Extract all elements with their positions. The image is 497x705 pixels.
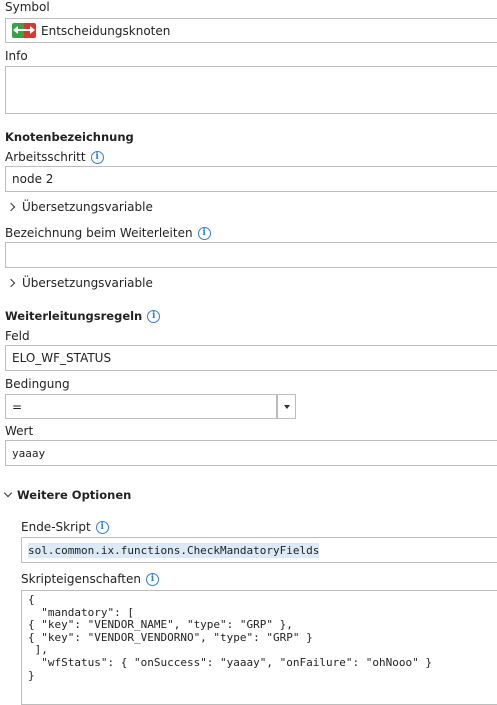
chevron-right-icon: [6, 202, 16, 212]
info-label: Info: [5, 49, 28, 63]
condition-select[interactable]: =: [5, 394, 277, 419]
end-script-input[interactable]: sol.common.ix.functions.CheckMandatoryFi…: [21, 537, 497, 563]
translation-toggle[interactable]: Übersetzungsvariable: [6, 200, 153, 214]
symbol-value: Entscheidungsknoten: [41, 23, 171, 38]
more-options-toggle[interactable]: Weitere Optionen: [3, 488, 132, 502]
step-label: Arbeitsschritt: [5, 150, 86, 164]
forward-rules-title-row: Weiterleitungsregeln i: [5, 309, 161, 323]
forward-input[interactable]: [5, 242, 497, 268]
info-icon[interactable]: i: [146, 573, 159, 586]
condition-dropdown-button[interactable]: [277, 394, 296, 419]
symbol-label: Symbol: [5, 0, 50, 14]
script-props-label-row: Skripteigenschaften i: [21, 572, 159, 586]
script-props-label: Skripteigenschaften: [21, 572, 141, 586]
end-script-label-row: Ende-Skript i: [21, 520, 109, 534]
decision-node-icon: [12, 23, 36, 38]
forward-rules-title: Weiterleitungsregeln: [5, 309, 143, 323]
forward-translation-toggle-label: Übersetzungsvariable: [22, 276, 153, 290]
field-label: Feld: [5, 329, 30, 343]
value-label: Wert: [5, 424, 34, 438]
forward-translation-toggle[interactable]: Übersetzungsvariable: [6, 276, 153, 290]
value-input[interactable]: yaaay: [5, 440, 497, 466]
info-icon[interactable]: i: [197, 227, 211, 240]
translation-toggle-label: Übersetzungsvariable: [22, 200, 153, 214]
node-naming-title: Knotenbezeichnung: [5, 130, 134, 144]
script-props-textarea[interactable]: { "mandatory": [ { "key": "VENDOR_NAME",…: [21, 590, 497, 705]
forward-label-row: Bezeichnung beim Weiterleiten i: [5, 226, 211, 240]
chevron-down-icon: [3, 488, 13, 498]
symbol-field[interactable]: Entscheidungsknoten: [5, 18, 497, 43]
info-textarea[interactable]: [5, 66, 497, 114]
forward-label: Bezeichnung beim Weiterleiten: [5, 226, 193, 240]
field-input[interactable]: ELO_WF_STATUS: [5, 345, 497, 371]
caret-down-icon: [283, 404, 290, 409]
info-icon[interactable]: i: [147, 310, 161, 323]
info-icon[interactable]: i: [90, 151, 104, 164]
end-script-label: Ende-Skript: [21, 520, 91, 534]
info-icon[interactable]: i: [95, 521, 109, 534]
chevron-right-icon: [6, 278, 16, 288]
step-label-row: Arbeitsschritt i: [5, 150, 104, 164]
step-input[interactable]: node 2: [5, 166, 497, 192]
end-script-value: sol.common.ix.functions.CheckMandatoryFi…: [28, 542, 320, 558]
condition-label: Bedingung: [5, 377, 70, 391]
more-options-title: Weitere Optionen: [17, 488, 132, 502]
